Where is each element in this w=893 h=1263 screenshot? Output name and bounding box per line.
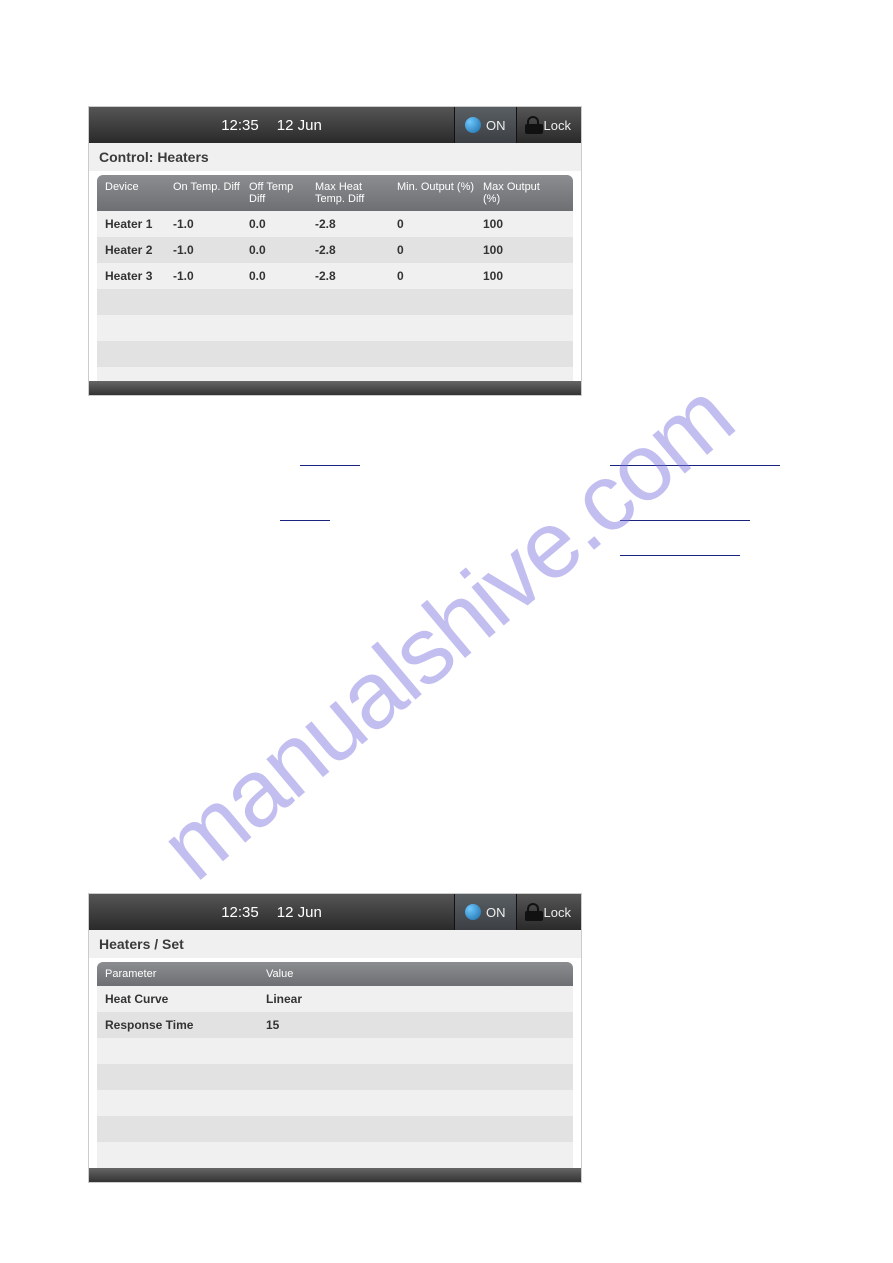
lock-icon xyxy=(527,903,539,915)
clock-area: 12:35 12 Jun xyxy=(211,117,333,134)
cell-min-out: 0 xyxy=(393,243,479,257)
date-label: 12 Jun xyxy=(277,904,322,921)
panel-footer-bar xyxy=(89,1168,581,1182)
cell-max-out: 100 xyxy=(479,269,559,283)
cell-off-temp: 0.0 xyxy=(245,243,311,257)
globe-icon xyxy=(465,904,481,920)
globe-icon xyxy=(465,117,481,133)
col-parameter: Parameter xyxy=(97,962,262,986)
lock-label: Lock xyxy=(544,118,571,133)
table-header: Device On Temp. Diff Off Temp Diff Max H… xyxy=(97,175,573,211)
on-label: ON xyxy=(486,905,506,920)
table-row[interactable]: Heater 1 -1.0 0.0 -2.8 0 100 xyxy=(97,211,573,237)
control-heaters-panel: 12:35 12 Jun ON Lock Control: Heaters De… xyxy=(88,106,582,396)
table-row[interactable]: Heater 3 -1.0 0.0 -2.8 0 100 xyxy=(97,263,573,289)
table-row-empty xyxy=(97,1116,573,1142)
on-label: ON xyxy=(486,118,506,133)
table-header: Parameter Value xyxy=(97,962,573,986)
time-label: 12:35 xyxy=(221,904,259,921)
cell-on-temp: -1.0 xyxy=(169,243,245,257)
panel-footer-bar xyxy=(89,381,581,395)
cell-device: Heater 3 xyxy=(97,269,169,283)
col-min-out: Min. Output (%) xyxy=(393,175,479,211)
time-label: 12:35 xyxy=(221,117,259,134)
col-off-temp: Off Temp Diff xyxy=(245,175,311,211)
table-row-empty xyxy=(97,315,573,341)
cell-max-out: 100 xyxy=(479,217,559,231)
cell-value: 15 xyxy=(262,1018,573,1032)
col-on-temp: On Temp. Diff xyxy=(169,175,245,211)
table-row-empty xyxy=(97,289,573,315)
table-row[interactable]: Heater 2 -1.0 0.0 -2.8 0 100 xyxy=(97,237,573,263)
cell-device: Heater 1 xyxy=(97,217,169,231)
lock-icon xyxy=(527,116,539,128)
panel-title: Control: Heaters xyxy=(89,143,581,171)
link-underline xyxy=(280,520,330,521)
cell-on-temp: -1.0 xyxy=(169,217,245,231)
cell-on-temp: -1.0 xyxy=(169,269,245,283)
cell-max-heat: -2.8 xyxy=(311,217,393,231)
cell-parameter: Heat Curve xyxy=(97,992,262,1006)
panel-title: Heaters / Set xyxy=(89,930,581,958)
col-value: Value xyxy=(262,962,573,986)
link-underline xyxy=(610,465,780,466)
cell-max-heat: -2.8 xyxy=(311,269,393,283)
cell-parameter: Response Time xyxy=(97,1018,262,1032)
cell-off-temp: 0.0 xyxy=(245,217,311,231)
lock-button[interactable]: Lock xyxy=(516,894,581,930)
table-row-empty xyxy=(97,1142,573,1168)
watermark-text: manualshive.com xyxy=(140,362,753,901)
table-row[interactable]: Response Time 15 xyxy=(97,1012,573,1038)
cell-min-out: 0 xyxy=(393,217,479,231)
lock-label: Lock xyxy=(544,905,571,920)
on-button[interactable]: ON xyxy=(454,894,516,930)
lock-button[interactable]: Lock xyxy=(516,107,581,143)
cell-max-heat: -2.8 xyxy=(311,243,393,257)
link-underline xyxy=(300,465,360,466)
table-row-empty xyxy=(97,1090,573,1116)
status-bar: 12:35 12 Jun ON Lock xyxy=(89,107,581,143)
cell-max-out: 100 xyxy=(479,243,559,257)
link-underline xyxy=(620,520,750,521)
table-row-empty xyxy=(97,1038,573,1064)
date-label: 12 Jun xyxy=(277,117,322,134)
col-max-heat: Max Heat Temp. Diff xyxy=(311,175,393,211)
table-body: Heat Curve Linear Response Time 15 xyxy=(97,986,573,1168)
table-row-empty xyxy=(97,341,573,367)
status-bar: 12:35 12 Jun ON Lock xyxy=(89,894,581,930)
table-body: Heater 1 -1.0 0.0 -2.8 0 100 Heater 2 -1… xyxy=(97,211,573,393)
table-row-empty xyxy=(97,1064,573,1090)
cell-device: Heater 2 xyxy=(97,243,169,257)
cell-off-temp: 0.0 xyxy=(245,269,311,283)
col-device: Device xyxy=(97,175,169,211)
col-max-out: Max Output (%) xyxy=(479,175,559,211)
cell-value: Linear xyxy=(262,992,573,1006)
heaters-set-panel: 12:35 12 Jun ON Lock Heaters / Set Param… xyxy=(88,893,582,1183)
table-row[interactable]: Heat Curve Linear xyxy=(97,986,573,1012)
on-button[interactable]: ON xyxy=(454,107,516,143)
link-underline xyxy=(620,555,740,556)
clock-area: 12:35 12 Jun xyxy=(211,904,333,921)
cell-min-out: 0 xyxy=(393,269,479,283)
